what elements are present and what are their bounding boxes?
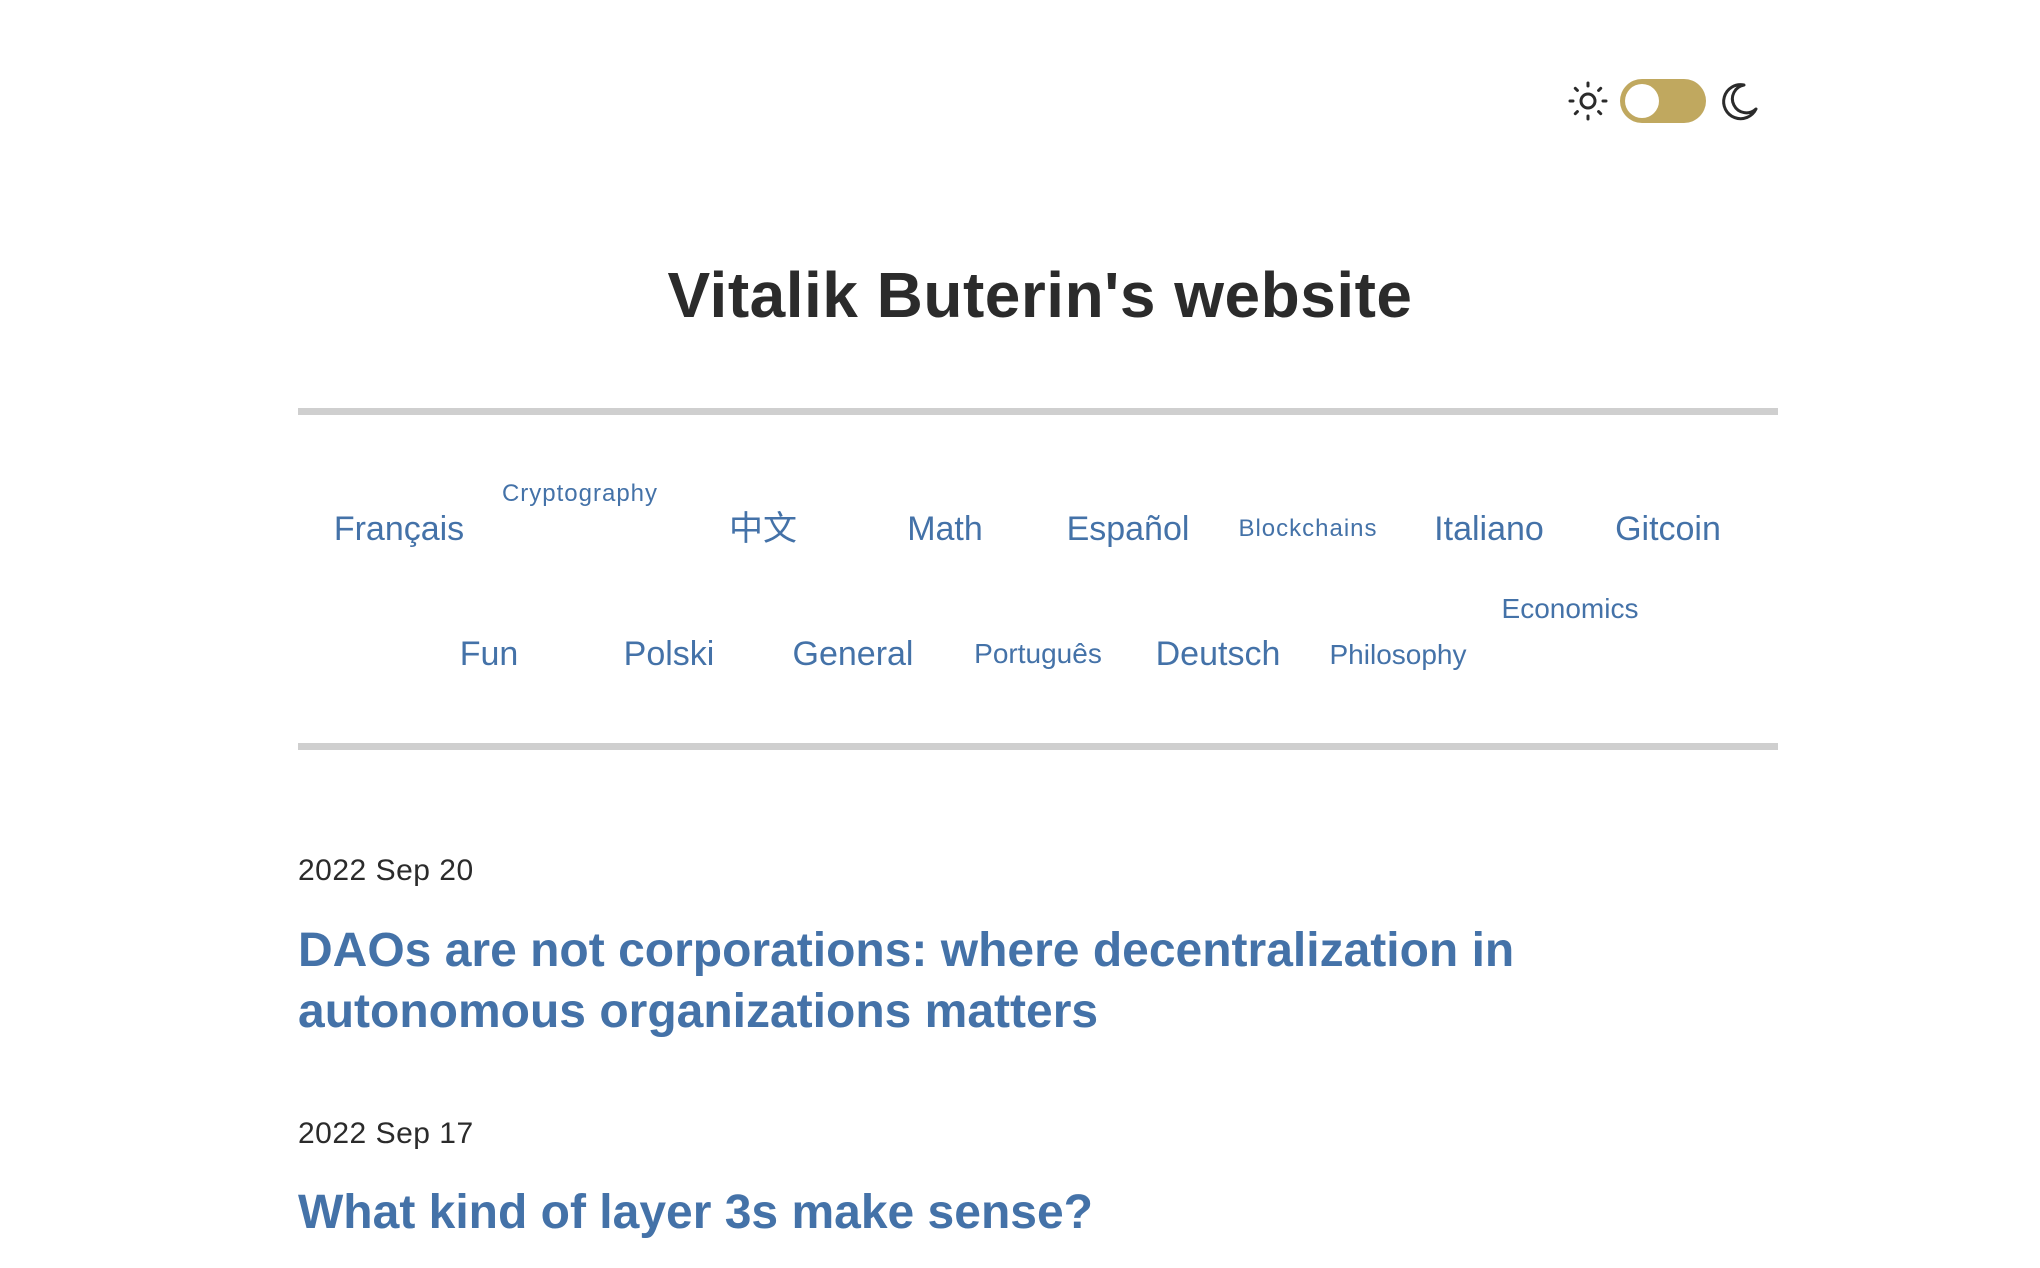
category-deutsch[interactable]: Deutsch: [1118, 633, 1318, 676]
category-math[interactable]: Math: [854, 508, 1036, 551]
top-divider: [298, 408, 1778, 415]
site-title: Vitalik Buterin's website: [667, 259, 1413, 331]
category-blockchains[interactable]: Blockchains: [1208, 514, 1408, 544]
page: Vitalik Buterin's website Français Crypt…: [0, 0, 2040, 1268]
category-philosophy[interactable]: Philosophy: [1298, 637, 1498, 672]
post-title-link[interactable]: What kind of layer 3s make sense?: [298, 1182, 1598, 1243]
switch-knob: [1625, 84, 1659, 118]
post-title-link[interactable]: DAOs are not corporations: where decentr…: [298, 920, 1598, 1042]
category-chinese[interactable]: 中文: [672, 508, 854, 551]
moon-icon[interactable]: [1716, 79, 1760, 123]
category-economics[interactable]: Economics: [1490, 586, 1650, 632]
category-portugues[interactable]: Português: [938, 636, 1138, 671]
category-gitcoin[interactable]: Gitcoin: [1568, 508, 1768, 551]
category-polski[interactable]: Polski: [578, 633, 760, 676]
category-fun[interactable]: Fun: [398, 633, 580, 676]
theme-toggle[interactable]: [1566, 76, 1760, 126]
theme-switch[interactable]: [1620, 79, 1706, 123]
bottom-divider: [298, 743, 1778, 750]
category-francais[interactable]: Français: [308, 508, 490, 551]
post-date: 2022 Sep 20: [298, 854, 474, 887]
sun-icon[interactable]: [1566, 79, 1610, 123]
category-general[interactable]: General: [758, 633, 948, 676]
post-date: 2022 Sep 17: [298, 1117, 474, 1150]
category-italiano[interactable]: Italiano: [1389, 508, 1589, 551]
category-cryptography[interactable]: Cryptography: [499, 479, 661, 509]
category-espanol[interactable]: Español: [1028, 508, 1228, 551]
